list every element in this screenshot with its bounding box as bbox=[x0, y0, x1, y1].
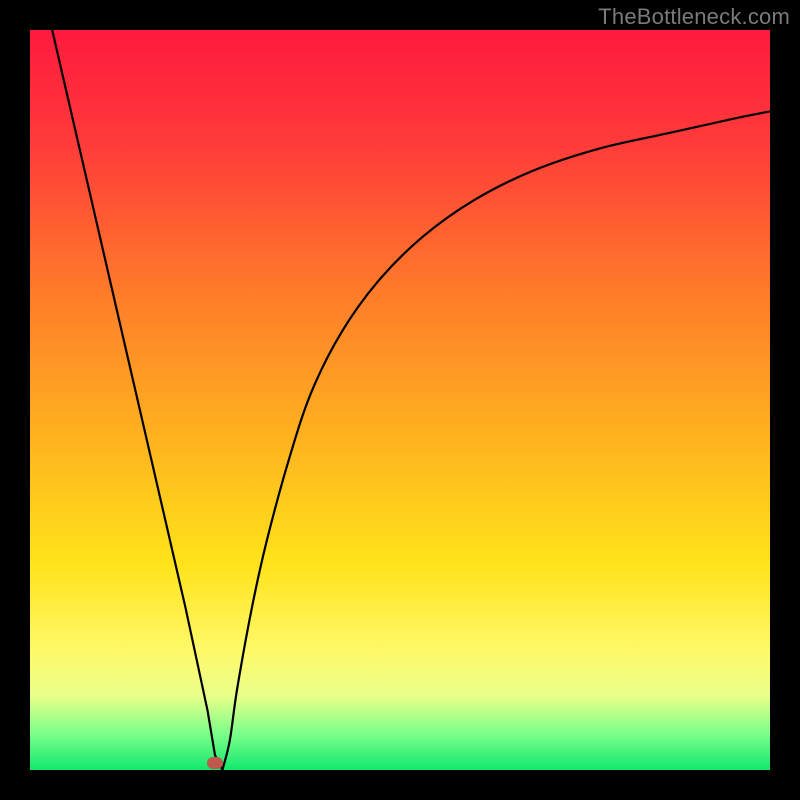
chart-frame bbox=[30, 30, 770, 770]
curve-left-branch bbox=[52, 30, 222, 770]
attribution-watermark: TheBottleneck.com bbox=[598, 4, 790, 30]
optimal-point-marker bbox=[207, 757, 223, 769]
curve-right-branch bbox=[222, 111, 770, 770]
bottleneck-curve bbox=[30, 30, 770, 770]
